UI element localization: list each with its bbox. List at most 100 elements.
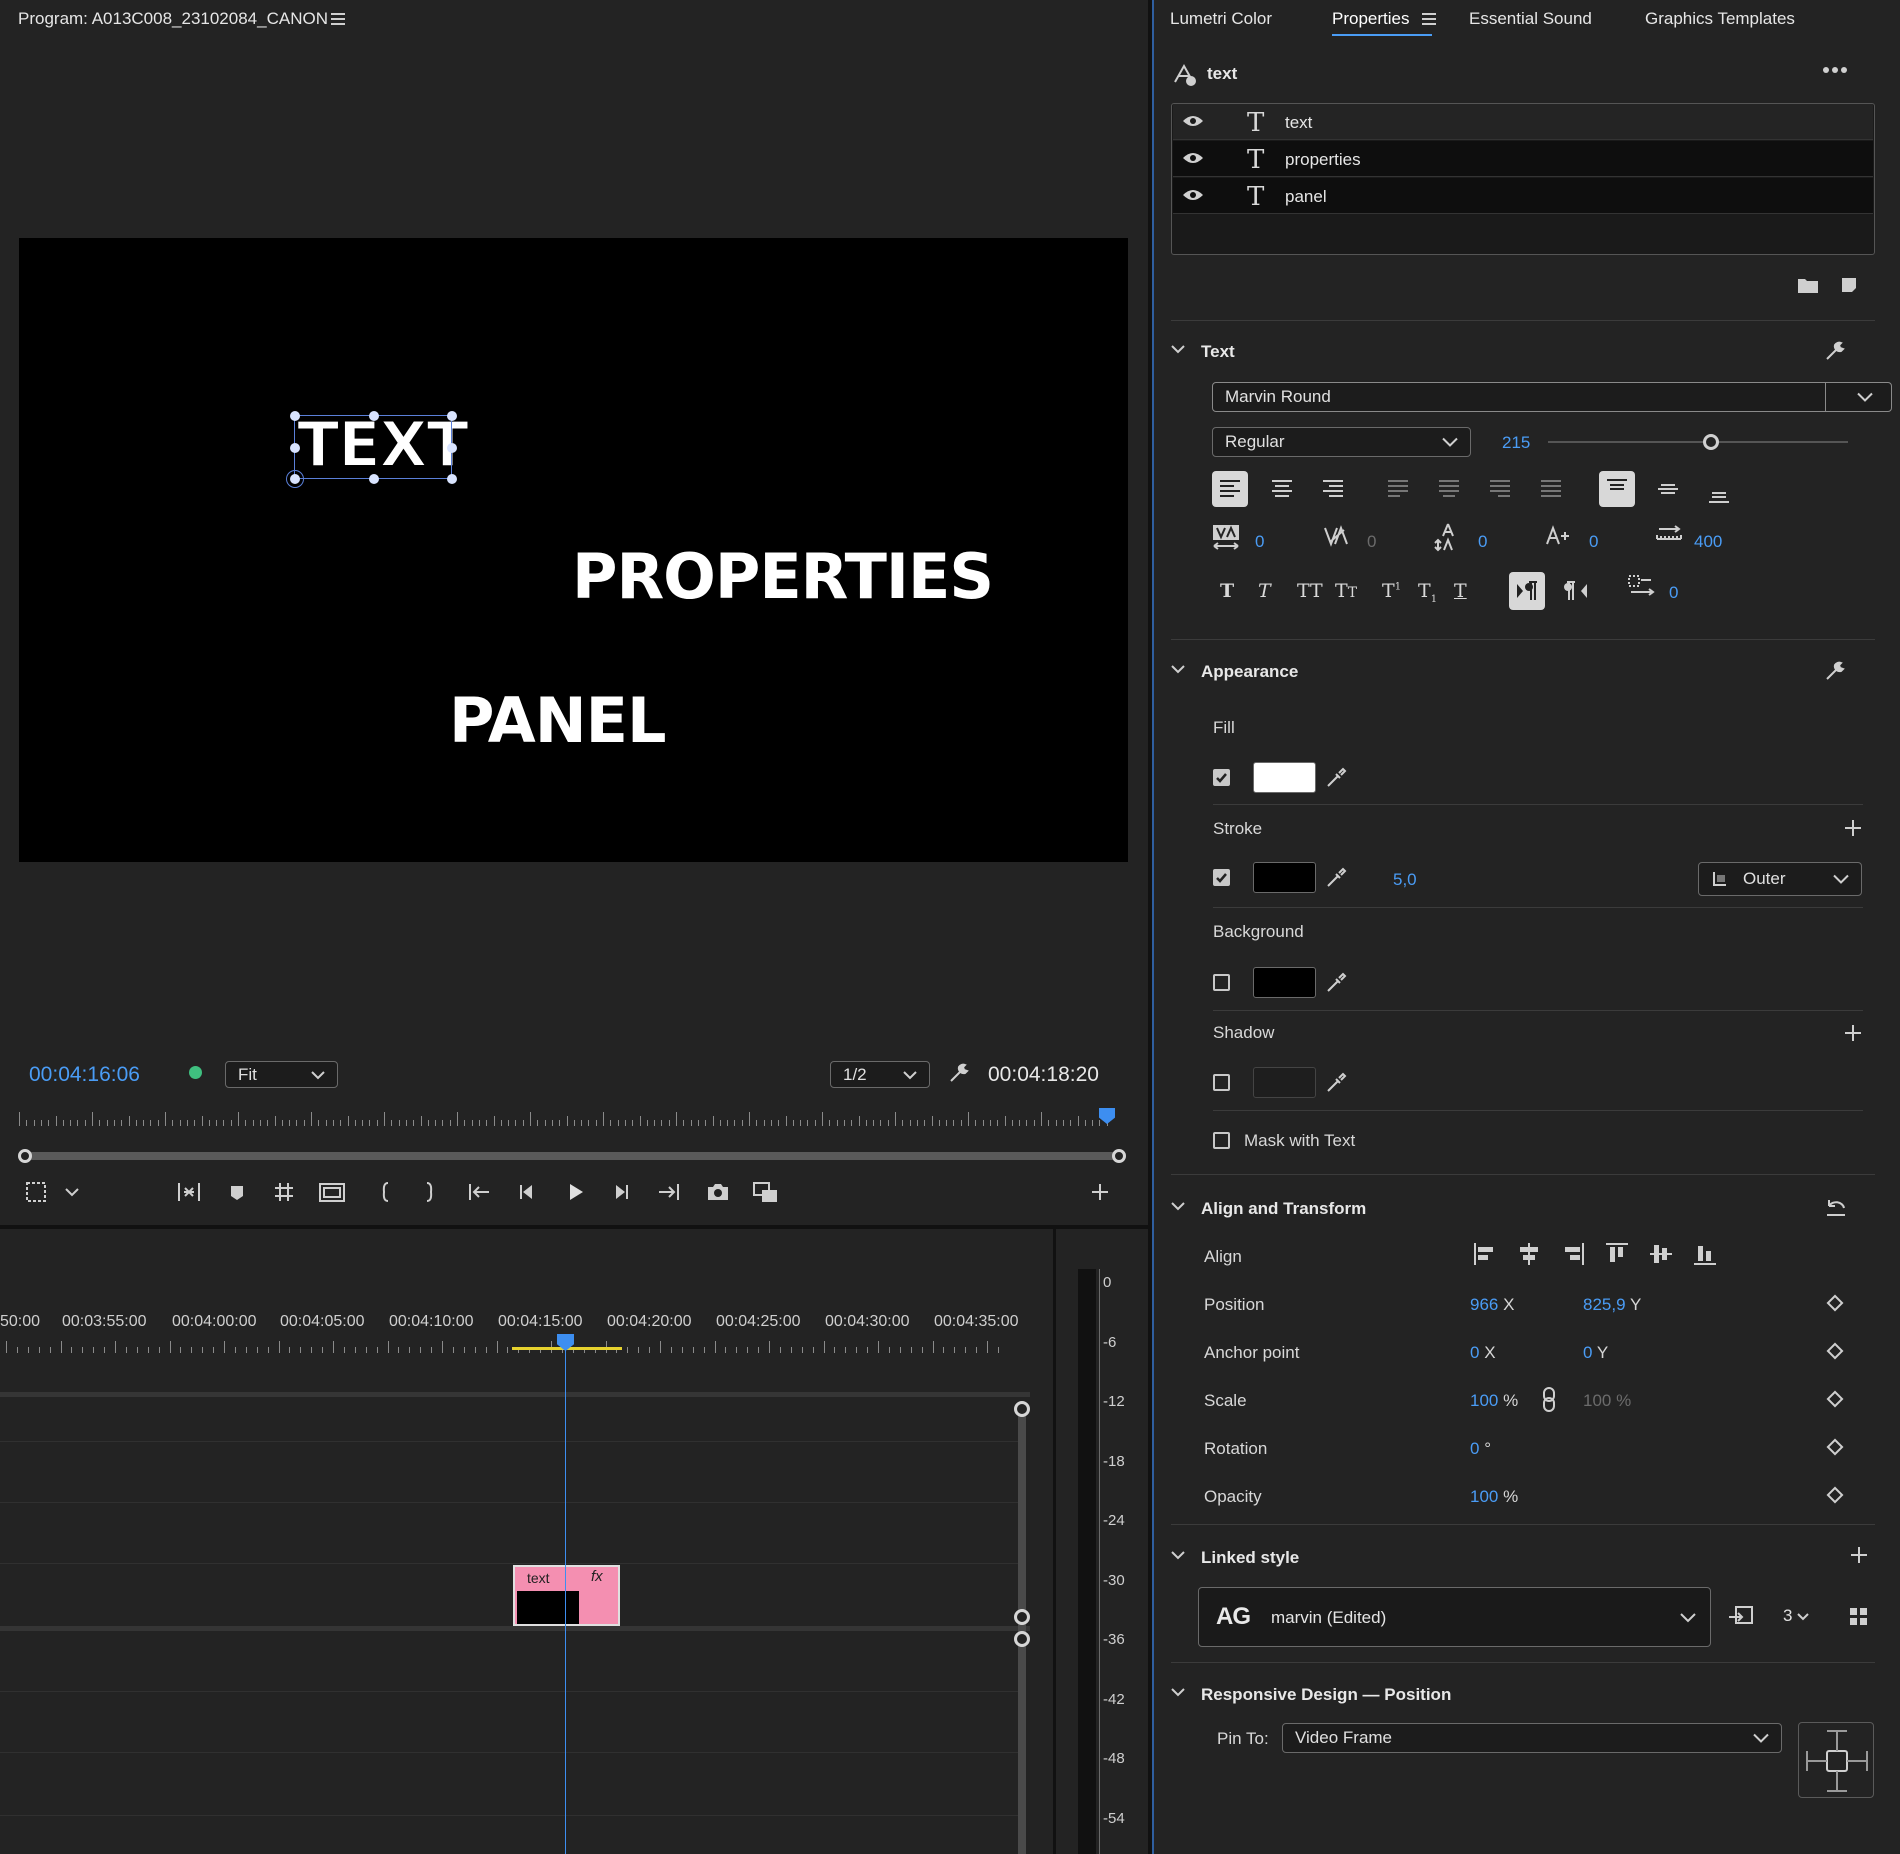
faux-italic-button[interactable]: T <box>1258 580 1271 602</box>
wrench-icon[interactable] <box>948 1062 970 1084</box>
resolution-select[interactable]: 1/2 <box>830 1061 930 1088</box>
pin-to-select[interactable]: Video Frame <box>1282 1723 1782 1753</box>
rotation-field[interactable]: 0 ° <box>1470 1439 1491 1459</box>
grid-view-icon[interactable] <box>1849 1607 1869 1627</box>
insert-edit-icon[interactable] <box>176 1180 206 1208</box>
mini-time-ruler[interactable] <box>19 1108 1124 1128</box>
grid-icon[interactable] <box>272 1180 302 1208</box>
eyedropper-icon[interactable] <box>1325 865 1349 889</box>
eye-icon[interactable] <box>1182 188 1204 202</box>
layer-item-properties[interactable]: T properties <box>1173 141 1873 177</box>
leading-value[interactable]: 0 <box>1478 532 1487 552</box>
chevron-down-icon[interactable] <box>1170 665 1186 675</box>
small-caps-button[interactable]: TT <box>1335 580 1357 602</box>
scale-value[interactable]: 100 <box>1470 1391 1498 1410</box>
stroke-type-select[interactable]: Outer <box>1698 862 1862 896</box>
justify-last-center-button[interactable] <box>1431 471 1467 507</box>
tracking-value[interactable]: 0 <box>1367 532 1376 552</box>
wrench-icon[interactable] <box>1824 660 1846 682</box>
stroke-width-value[interactable]: 5,0 <box>1393 870 1417 890</box>
video-canvas[interactable]: TEXT PROPERTIES PANEL <box>19 238 1128 862</box>
push-style-icon[interactable] <box>1727 1605 1755 1629</box>
reset-icon[interactable] <box>1824 1196 1848 1218</box>
style-select[interactable]: AG marvin (Edited) <box>1198 1587 1711 1647</box>
justify-last-right-button[interactable] <box>1482 471 1518 507</box>
kerning-value[interactable]: 0 <box>1255 532 1264 552</box>
layer-item-panel[interactable]: T panel <box>1173 178 1873 214</box>
tsume-value[interactable]: 400 <box>1694 532 1722 552</box>
ltr-direction-button[interactable] <box>1509 572 1545 610</box>
selection-box[interactable] <box>286 411 457 488</box>
scroll-handle-top[interactable] <box>1014 1401 1030 1417</box>
align-right-edges-icon[interactable] <box>1560 1241 1586 1267</box>
text-clip[interactable]: text fx <box>513 1565 620 1626</box>
go-to-out-icon[interactable] <box>656 1180 686 1208</box>
align-bottom-button[interactable] <box>1701 475 1737 511</box>
more-options-icon[interactable] <box>1823 66 1847 74</box>
justify-all-button[interactable] <box>1533 471 1569 507</box>
comparison-view-icon[interactable] <box>752 1180 782 1208</box>
position-x-field[interactable]: 966 X <box>1470 1295 1514 1315</box>
tab-properties[interactable]: Properties <box>1332 9 1409 29</box>
layer-item-text[interactable]: T text <box>1173 104 1873 140</box>
rotation-value[interactable]: 0 <box>1470 1439 1479 1458</box>
zoom-select[interactable]: Fit <box>225 1061 338 1088</box>
current-timecode[interactable]: 00:04:16:06 <box>29 1063 140 1087</box>
mini-playhead[interactable] <box>1099 1108 1115 1124</box>
shadow-color-swatch[interactable] <box>1253 1067 1316 1098</box>
tab-lumetri-color[interactable]: Lumetri Color <box>1170 9 1272 29</box>
mark-in-icon[interactable] <box>378 1180 408 1208</box>
anchor-y-field[interactable]: 0 Y <box>1583 1343 1608 1363</box>
superscript-button[interactable]: T1 <box>1382 580 1401 602</box>
font-size-slider[interactable] <box>1548 434 1848 450</box>
scroll-handle-low[interactable] <box>1014 1631 1030 1647</box>
stroke-color-swatch[interactable] <box>1253 862 1316 893</box>
add-style-icon[interactable] <box>1849 1545 1869 1565</box>
mask-with-text-checkbox[interactable] <box>1213 1132 1230 1149</box>
wrench-icon[interactable] <box>1824 340 1846 362</box>
chevron-down-icon[interactable] <box>1170 1202 1186 1212</box>
track-scrollbar[interactable] <box>1014 1401 1030 1854</box>
add-stroke-icon[interactable] <box>1843 818 1863 838</box>
rtl-direction-button[interactable] <box>1561 574 1593 608</box>
fill-color-swatch[interactable] <box>1253 762 1316 793</box>
all-caps-button[interactable]: TT <box>1297 580 1323 602</box>
justify-last-left-button[interactable] <box>1380 471 1416 507</box>
align-middle-button[interactable] <box>1650 471 1686 507</box>
align-left-edges-icon[interactable] <box>1472 1241 1498 1267</box>
position-y-value[interactable]: 825,9 <box>1583 1295 1626 1314</box>
canvas-text-panel[interactable]: PANEL <box>449 684 666 757</box>
eyedropper-icon[interactable] <box>1325 765 1349 789</box>
eyedropper-icon[interactable] <box>1325 1070 1349 1094</box>
align-top-edges-icon[interactable] <box>1604 1241 1630 1267</box>
anchor-x-field[interactable]: 0 X <box>1470 1343 1496 1363</box>
safe-margins-icon[interactable] <box>24 1180 54 1208</box>
background-checkbox[interactable] <box>1213 974 1230 991</box>
faux-bold-button[interactable]: T <box>1220 580 1234 602</box>
step-forward-icon[interactable] <box>610 1180 640 1208</box>
opacity-value[interactable]: 100 <box>1470 1487 1498 1506</box>
chevron-down-icon[interactable] <box>1170 345 1186 355</box>
new-group-folder-icon[interactable] <box>1797 276 1819 294</box>
align-bottom-edges-icon[interactable] <box>1692 1241 1718 1267</box>
eye-icon[interactable] <box>1182 114 1204 128</box>
baseline-shift-value[interactable]: 0 <box>1589 532 1598 552</box>
panel-menu-icon[interactable] <box>1422 13 1436 25</box>
underline-button[interactable]: T <box>1454 580 1467 602</box>
safe-frame-icon[interactable] <box>318 1180 348 1208</box>
align-vertical-centers-icon[interactable] <box>1648 1241 1674 1267</box>
align-top-button[interactable] <box>1599 471 1635 507</box>
style-count[interactable]: 3 <box>1783 1606 1809 1626</box>
play-icon[interactable] <box>564 1180 594 1208</box>
new-layer-icon[interactable] <box>1840 276 1858 294</box>
font-size-value[interactable]: 215 <box>1502 433 1530 453</box>
chevron-down-icon[interactable] <box>1170 1551 1186 1561</box>
step-back-icon[interactable] <box>516 1180 546 1208</box>
align-left-button[interactable] <box>1212 471 1248 507</box>
panel-menu-icon[interactable] <box>331 13 345 25</box>
zoom-scrollbar[interactable] <box>18 1149 1126 1163</box>
chevron-down-icon[interactable] <box>1170 1688 1186 1698</box>
pin-edges-widget[interactable] <box>1798 1722 1874 1798</box>
scale-field[interactable]: 100 % <box>1470 1391 1518 1411</box>
scroll-handle-mid[interactable] <box>1014 1609 1030 1625</box>
